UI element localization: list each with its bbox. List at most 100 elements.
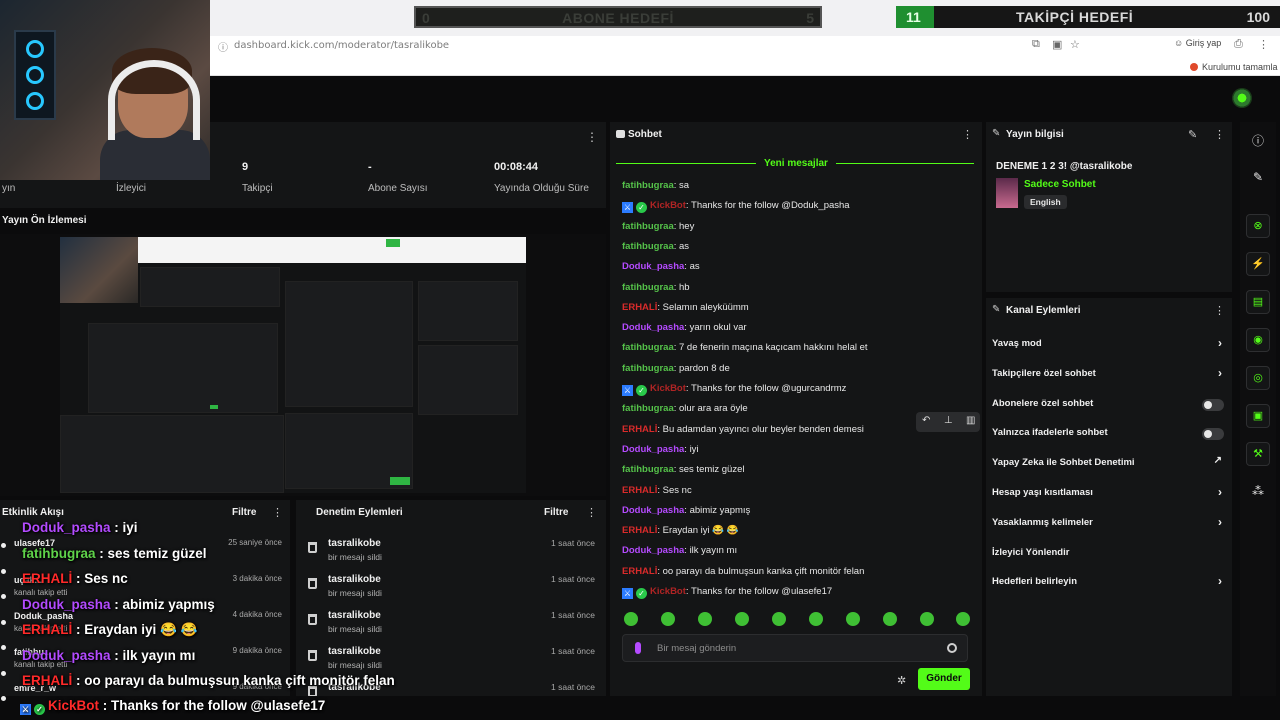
gear-icon[interactable]: ✲: [897, 674, 906, 687]
pin-icon[interactable]: ⊥: [944, 415, 953, 426]
chat-username[interactable]: ERHALİ: [622, 302, 657, 313]
avatar[interactable]: [1232, 88, 1252, 108]
list-item[interactable]: tasralikobe bir mesajı sildi 1 saat önce: [306, 608, 601, 638]
list-item[interactable]: tasralikobe bir mesajı sildi 1 saat önce: [306, 536, 601, 566]
activity-filter-button[interactable]: Filtre: [232, 507, 256, 518]
emote-icon[interactable]: [920, 612, 934, 626]
chat-username[interactable]: fatihbugraa: [622, 342, 674, 353]
chat-username[interactable]: fatihbugraa: [622, 241, 674, 252]
chat-username[interactable]: Doduk_pasha: [622, 444, 684, 455]
chat-username[interactable]: ERHALİ: [622, 566, 657, 577]
chat-message[interactable]: ERHALİ: Selamın aleyküümm: [622, 302, 749, 313]
open-in-app-icon[interactable]: ⧉: [1032, 38, 1040, 51]
browser-menu-icon[interactable]: ⋮: [1258, 38, 1269, 51]
chat-message[interactable]: fatihbugraa: pardon 8 de: [622, 363, 730, 374]
channel-action-item[interactable]: Yalnızca ifadelerle sohbet: [992, 427, 1228, 445]
rail-button-broadcast[interactable]: ◎: [1246, 366, 1270, 390]
reply-icon[interactable]: ↶: [922, 415, 930, 426]
emote-icon[interactable]: [846, 612, 860, 626]
setup-prompt[interactable]: Kurulumu tamamla: [1190, 62, 1278, 72]
chat-username[interactable]: ERHALİ: [622, 424, 657, 435]
chat-message[interactable]: fatihbugraa: as: [622, 241, 689, 252]
chat-menu-icon[interactable]: ⋮: [962, 128, 973, 141]
moderation-filter-button[interactable]: Filtre: [544, 507, 568, 518]
screenshot-icon[interactable]: ▣: [1052, 38, 1062, 51]
emote-icon[interactable]: [661, 612, 675, 626]
emote-icon[interactable]: [809, 612, 823, 626]
chat-input[interactable]: Bir mesaj gönderin: [622, 634, 968, 662]
channel-action-item[interactable]: Hedefleri belirleyin ›: [992, 574, 1228, 594]
send-button[interactable]: Gönder: [918, 668, 970, 690]
stream-info-menu-icon[interactable]: ⋮: [1214, 128, 1225, 141]
chat-username[interactable]: fatihbugraa: [622, 221, 674, 232]
chat-username[interactable]: KickBot: [650, 383, 686, 394]
chat-message[interactable]: ⚔ ✓ KickBot: Thanks for the follow @ugurca…: [622, 383, 846, 396]
mic-icon[interactable]: [635, 642, 641, 654]
chat-message[interactable]: fatihbugraa: sa: [622, 180, 689, 191]
emote-icon[interactable]: [624, 612, 638, 626]
preview-video[interactable]: [60, 237, 526, 493]
chat-message[interactable]: Doduk_pasha: yarın okul var: [622, 322, 747, 333]
delete-icon[interactable]: ▥: [966, 415, 975, 426]
emoji-icon[interactable]: [947, 643, 957, 653]
chat-username[interactable]: Doduk_pasha: [622, 322, 684, 333]
list-item[interactable]: tasralikobe bir mesajı sildi 1 saat önce: [306, 572, 601, 602]
chat-message[interactable]: Doduk_pasha: ilk yayın mı: [622, 545, 737, 556]
list-item[interactable]: tasralikobe bir mesajı sildi 1 saat önce: [306, 644, 601, 674]
bookmark-star-icon[interactable]: ☆: [1070, 38, 1080, 51]
emote-icon[interactable]: [698, 612, 712, 626]
channel-action-item[interactable]: Yapay Zeka ile Sohbet Denetimi ↗: [992, 455, 1228, 475]
emote-icon[interactable]: [956, 612, 970, 626]
rail-button-bolt[interactable]: ⚡: [1246, 252, 1270, 276]
site-info-icon[interactable]: ⓘ: [218, 39, 228, 54]
chat-username[interactable]: ERHALİ: [622, 485, 657, 496]
chat-username[interactable]: Doduk_pasha: [622, 505, 684, 516]
toggle-switch[interactable]: [1202, 398, 1224, 411]
channel-action-item[interactable]: Yasaklanmış kelimeler ›: [992, 515, 1228, 535]
channel-action-item[interactable]: Takipçilere özel sohbet ›: [992, 366, 1228, 386]
url-field[interactable]: dashboard.kick.com/moderator/tasralikobe: [234, 40, 449, 51]
chat-username[interactable]: fatihbugraa: [622, 363, 674, 374]
channel-action-item[interactable]: İzleyici Yönlendir: [992, 547, 1228, 565]
chat-message[interactable]: fatihbugraa: 7 de fenerin maçına kaçıcam…: [622, 342, 868, 353]
emote-icon[interactable]: [883, 612, 897, 626]
extensions-icon[interactable]: ⎙: [1234, 38, 1243, 51]
chat-username[interactable]: fatihbugraa: [622, 282, 674, 293]
chat-message[interactable]: fatihbugraa: olur ara ara öyle: [622, 403, 748, 414]
toggle-switch[interactable]: [1202, 428, 1224, 441]
chat-username[interactable]: fatihbugraa: [622, 180, 674, 191]
rail-button-layout[interactable]: ▣: [1246, 404, 1270, 428]
chat-message[interactable]: ⚔ ✓ KickBot: Thanks for the follow @ulasef…: [622, 586, 832, 599]
stats-menu-icon[interactable]: ⋮: [586, 130, 598, 144]
chat-message[interactable]: ERHALİ: Bu adamdan yayıncı olur beyler b…: [622, 424, 864, 435]
chat-username[interactable]: KickBot: [650, 586, 686, 597]
chat-username[interactable]: ERHALİ: [622, 525, 657, 536]
emote-icon[interactable]: [772, 612, 786, 626]
rail-button-chat[interactable]: ◉: [1246, 328, 1270, 352]
channel-actions-menu-icon[interactable]: ⋮: [1214, 304, 1225, 317]
chat-message[interactable]: ERHALİ: oo parayı da bulmuşsun kanka çif…: [622, 566, 864, 577]
chat-username[interactable]: fatihbugraa: [622, 403, 674, 414]
channel-action-item[interactable]: Yavaş mod ›: [992, 336, 1228, 356]
moderation-menu-icon[interactable]: ⋮: [586, 506, 597, 519]
login-button[interactable]: ☺ Giriş yap: [1174, 38, 1221, 48]
chat-message[interactable]: fatihbugraa: hb: [622, 282, 690, 293]
activity-menu-icon[interactable]: ⋮: [272, 506, 283, 519]
chat-message[interactable]: ⚔ ✓ KickBot: Thanks for the follow @Doduk_…: [622, 200, 850, 214]
edit-icon[interactable]: ✎: [1188, 128, 1197, 141]
chat-message[interactable]: fatihbugraa: hey: [622, 221, 694, 232]
pencil-icon[interactable]: ✎: [1246, 170, 1270, 184]
chat-message[interactable]: fatihbugraa: ses temiz güzel: [622, 464, 744, 475]
chat-username[interactable]: Doduk_pasha: [622, 261, 684, 272]
chat-username[interactable]: KickBot: [650, 200, 686, 211]
chat-message[interactable]: ERHALİ: Eraydan iyi 😂 😂: [622, 525, 739, 536]
emote-icon[interactable]: [735, 612, 749, 626]
apps-icon[interactable]: ⁂: [1246, 484, 1270, 498]
chat-message[interactable]: Doduk_pasha: as: [622, 261, 700, 272]
chat-message[interactable]: Doduk_pasha: iyi: [622, 444, 699, 455]
stream-preview[interactable]: [0, 234, 606, 496]
chat-username[interactable]: Doduk_pasha: [622, 545, 684, 556]
chat-message[interactable]: Doduk_pasha: abimiz yapmış: [622, 505, 750, 516]
rail-button-target[interactable]: ⊗: [1246, 214, 1270, 238]
rail-button-tools[interactable]: ⚒: [1246, 442, 1270, 466]
